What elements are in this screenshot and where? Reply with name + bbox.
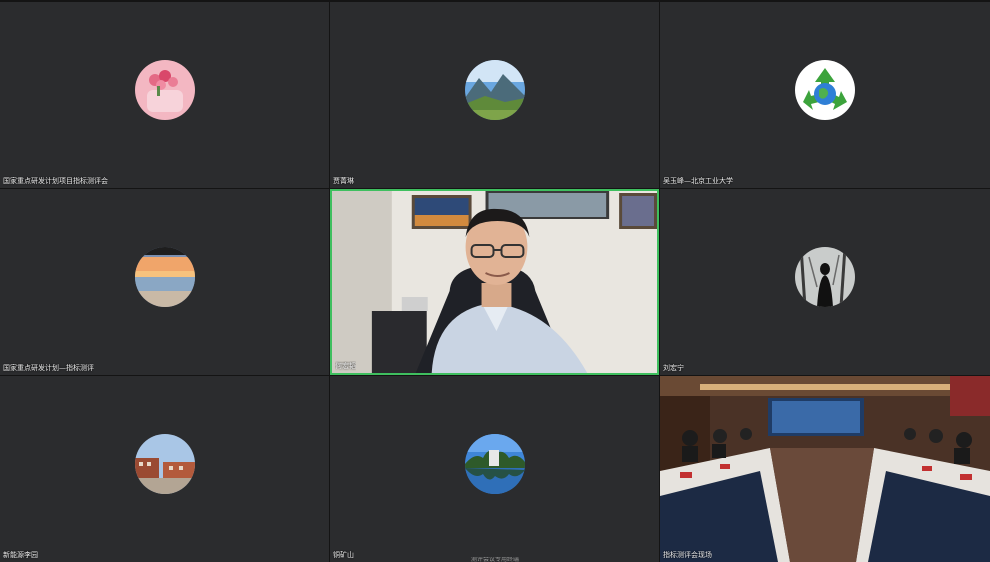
participant-name: 贾菁琳 [333, 177, 354, 185]
campus-building-icon [134, 434, 195, 494]
mountain-landscape-icon [464, 60, 525, 120]
participant-tile-9-meeting-room[interactable]: 指标测评会现场 [660, 376, 990, 562]
lake-reflection-icon [464, 434, 525, 494]
participant-name: 吴玉峰—北京工业大学 [663, 177, 733, 185]
participant-tile-5-active-speaker[interactable]: 何宏韬 [330, 189, 659, 375]
video-grid: 国家重点研发计划项目指标测评会 贾菁琳 吴玉峰—北京工业大学 国家重点研发计划—… [0, 0, 990, 562]
participant-name: 国家重点研发计划项目指标测评会 [3, 177, 108, 185]
participant-tile-6[interactable]: 刘宏宁 [660, 189, 990, 375]
sunset-beach-icon [134, 247, 195, 307]
participant-name: 刘宏宁 [663, 364, 684, 372]
rose-flowers-icon [134, 60, 195, 120]
bottom-caption: 测评会议专用终端 [470, 557, 519, 562]
participant-tile-1[interactable]: 国家重点研发计划项目指标测评会 [0, 2, 329, 188]
recycle-globe-icon [795, 60, 855, 120]
participant-tile-3[interactable]: 吴玉峰—北京工业大学 [660, 2, 990, 188]
participant-tile-2[interactable]: 贾菁琳 [330, 2, 659, 188]
participant-tile-7[interactable]: 新能源李园 [0, 376, 329, 562]
meeting-room-video-feed [660, 376, 990, 562]
silhouette-trees-icon [795, 247, 855, 307]
participant-name: 何宏韬 [335, 362, 356, 370]
participant-tile-8[interactable]: 铜矿山 [330, 376, 659, 562]
speaker-video-feed [332, 191, 657, 373]
participant-tile-4[interactable]: 国家重点研发计划—指标测评 [0, 189, 329, 375]
participant-name: 国家重点研发计划—指标测评 [3, 364, 94, 372]
